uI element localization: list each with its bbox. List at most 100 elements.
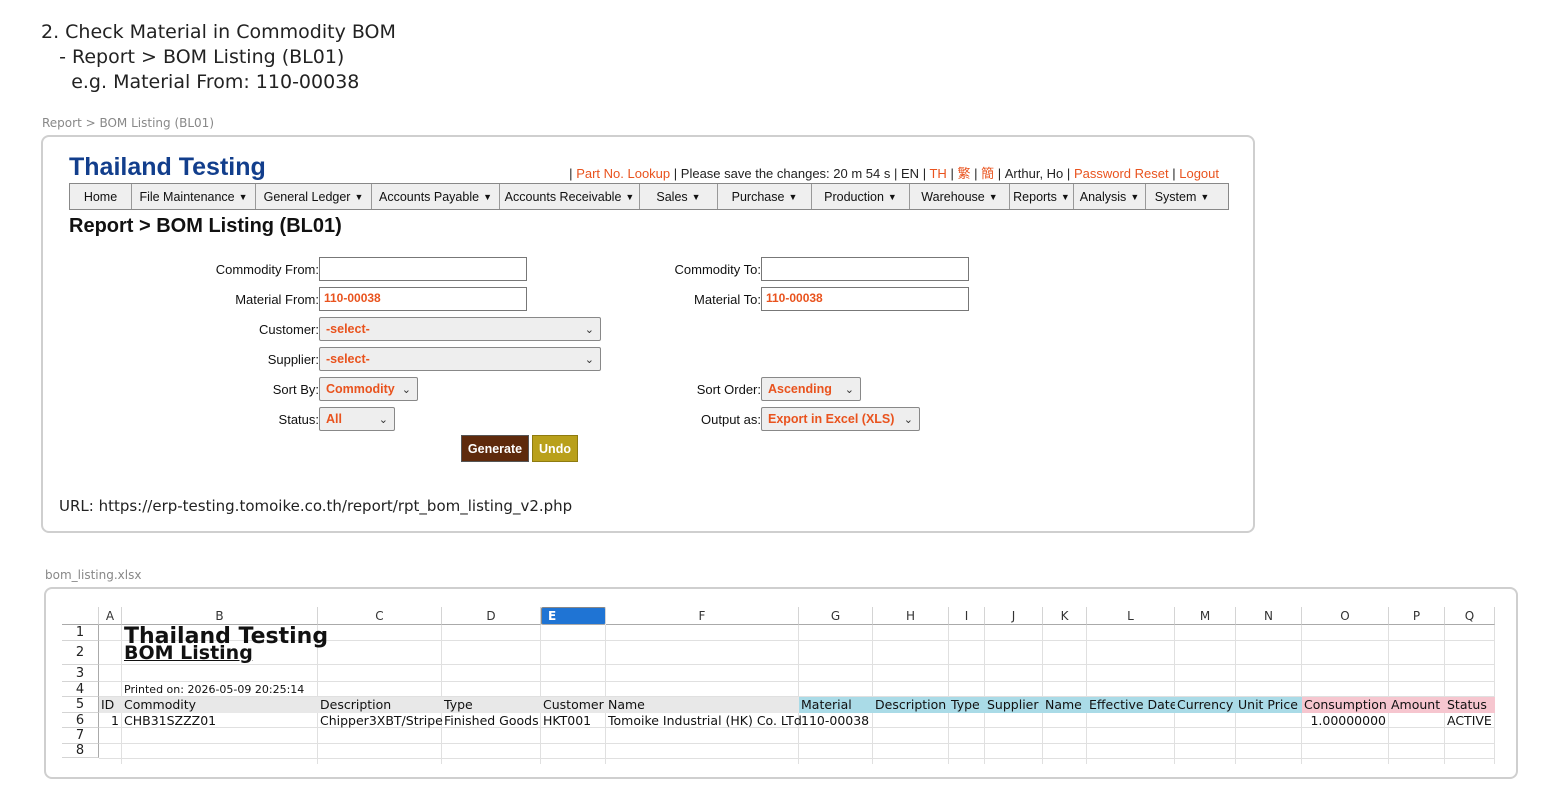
header-cell[interactable]: Supplier bbox=[985, 697, 1043, 713]
header-cell[interactable]: Type bbox=[442, 697, 541, 713]
row-header-8[interactable]: 8 bbox=[62, 744, 99, 758]
column-header-q[interactable]: Q bbox=[1445, 607, 1495, 625]
commodity-to-input[interactable] bbox=[761, 257, 969, 281]
header-cell[interactable]: Amount bbox=[1389, 697, 1445, 713]
row-header-5[interactable]: 5 bbox=[62, 697, 99, 713]
sheet-corner[interactable] bbox=[62, 607, 99, 625]
header-cell[interactable]: Name bbox=[1043, 697, 1087, 713]
header-cell[interactable]: Description bbox=[318, 697, 442, 713]
header-cell[interactable]: Customer bbox=[541, 697, 606, 713]
column-header-n[interactable]: N bbox=[1236, 607, 1302, 625]
header-cell[interactable]: ID bbox=[99, 697, 122, 713]
status-select[interactable]: All ⌄ bbox=[319, 407, 395, 431]
material-from-input[interactable]: 110-00038 bbox=[319, 287, 527, 311]
column-header-p[interactable]: P bbox=[1389, 607, 1445, 625]
column-header-b[interactable]: B bbox=[122, 607, 318, 625]
header-cell[interactable]: Description bbox=[873, 697, 949, 713]
data-cell[interactable] bbox=[1389, 713, 1391, 728]
data-cell[interactable]: HKT001 bbox=[541, 713, 591, 728]
menu-system[interactable]: System ▼ bbox=[1146, 184, 1218, 209]
data-cell[interactable]: 110-00038 bbox=[799, 713, 869, 728]
supplier-select[interactable]: -select- ⌄ bbox=[319, 347, 601, 371]
logout-link[interactable]: Logout bbox=[1179, 166, 1219, 181]
data-cell[interactable]: 1 bbox=[99, 713, 119, 728]
row-header-3[interactable]: 3 bbox=[62, 665, 99, 682]
lang-th-link[interactable]: TH bbox=[929, 166, 946, 181]
data-cell[interactable]: Finished Goods bbox=[442, 713, 539, 728]
column-header-d[interactable]: D bbox=[442, 607, 541, 625]
menu-reports[interactable]: Reports ▼ bbox=[1010, 184, 1074, 209]
header-cell[interactable]: Currency bbox=[1175, 697, 1236, 713]
menu-label: System bbox=[1154, 189, 1197, 204]
column-header-f[interactable]: F bbox=[606, 607, 799, 625]
column-header-c[interactable]: C bbox=[318, 607, 442, 625]
column-header-m[interactable]: M bbox=[1175, 607, 1236, 625]
commodity-to-label: Commodity To: bbox=[674, 262, 761, 277]
output-select[interactable]: Export in Excel (XLS) ⌄ bbox=[761, 407, 920, 431]
row-header-4[interactable]: 4 bbox=[62, 682, 99, 697]
header-cell[interactable]: Effective Date bbox=[1087, 697, 1177, 713]
column-header-g[interactable]: G bbox=[799, 607, 873, 625]
menu-sales[interactable]: Sales ▼ bbox=[640, 184, 718, 209]
column-header-e[interactable]: E bbox=[541, 607, 606, 625]
sheet-subtitle-cell[interactable]: BOM Listing bbox=[122, 641, 253, 665]
header-cell[interactable]: Material bbox=[799, 697, 873, 713]
caret-down-icon: ▼ bbox=[625, 191, 635, 202]
menu-purchase[interactable]: Purchase ▼ bbox=[718, 184, 812, 209]
data-cell[interactable]: Tomoike Industrial (HK) Co. LTd bbox=[606, 713, 802, 728]
menu-home[interactable]: Home bbox=[70, 184, 132, 209]
row-header-6[interactable]: 6 bbox=[62, 713, 99, 728]
header-cell[interactable]: Commodity bbox=[122, 697, 318, 713]
data-cell[interactable] bbox=[985, 713, 987, 728]
header-cell[interactable]: Consumption bbox=[1302, 697, 1389, 713]
column-header-a[interactable]: A bbox=[99, 607, 122, 625]
data-cell[interactable] bbox=[1175, 713, 1177, 728]
column-header-l[interactable]: L bbox=[1087, 607, 1175, 625]
lang-tc-link[interactable]: 繁 bbox=[957, 166, 970, 181]
undo-button[interactable]: Undo bbox=[532, 435, 578, 462]
row-header-1[interactable]: 1 bbox=[62, 625, 99, 641]
data-cell[interactable]: 1.00000000 bbox=[1302, 713, 1386, 728]
row-header-7[interactable]: 7 bbox=[62, 728, 99, 744]
data-cell[interactable] bbox=[1236, 713, 1238, 728]
column-header-o[interactable]: O bbox=[1302, 607, 1389, 625]
row-header-2[interactable]: 2 bbox=[62, 641, 99, 665]
menu-general-ledger[interactable]: General Ledger ▼ bbox=[256, 184, 372, 209]
data-cell[interactable]: CHB31SZZZ01 bbox=[122, 713, 216, 728]
menu-label: Sales bbox=[656, 189, 688, 204]
printed-on-cell[interactable]: Printed on: 2026-05-09 20:25:14 bbox=[122, 682, 304, 697]
lang-en[interactable]: EN bbox=[901, 166, 919, 181]
sheet-title-cell[interactable]: Thailand Testing bbox=[122, 625, 328, 649]
column-header-i[interactable]: I bbox=[949, 607, 985, 625]
commodity-from-input[interactable] bbox=[319, 257, 527, 281]
column-header-h[interactable]: H bbox=[873, 607, 949, 625]
customer-select[interactable]: -select- ⌄ bbox=[319, 317, 601, 341]
data-cell[interactable] bbox=[949, 713, 951, 728]
header-cell[interactable]: Status bbox=[1445, 697, 1495, 713]
caret-down-icon: ▼ bbox=[354, 191, 364, 202]
menu-analysis[interactable]: Analysis ▼ bbox=[1074, 184, 1146, 209]
menu-file-maintenance[interactable]: File Maintenance ▼ bbox=[132, 184, 256, 209]
data-cell[interactable] bbox=[1087, 713, 1089, 728]
menu-accounts-payable[interactable]: Accounts Payable ▼ bbox=[372, 184, 500, 209]
material-to-input[interactable]: 110-00038 bbox=[761, 287, 969, 311]
header-cell[interactable]: Name bbox=[606, 697, 799, 713]
sort-by-select[interactable]: Commodity ⌄ bbox=[319, 377, 418, 401]
sort-order-select[interactable]: Ascending ⌄ bbox=[761, 377, 861, 401]
data-cell[interactable] bbox=[1043, 713, 1045, 728]
grid-line bbox=[99, 758, 1495, 759]
data-cell[interactable] bbox=[873, 713, 875, 728]
menu-warehouse[interactable]: Warehouse ▼ bbox=[910, 184, 1010, 209]
menu-production[interactable]: Production ▼ bbox=[812, 184, 910, 209]
header-cell[interactable]: Type bbox=[949, 697, 985, 713]
data-cell[interactable]: ACTIVE bbox=[1445, 713, 1492, 728]
data-cell[interactable]: Chipper3XBT/Stripe bbox=[318, 713, 443, 728]
column-header-j[interactable]: J bbox=[985, 607, 1043, 625]
header-cell[interactable]: Unit Price bbox=[1236, 697, 1302, 713]
menu-accounts-receivable[interactable]: Accounts Receivable ▼ bbox=[500, 184, 640, 209]
generate-button[interactable]: Generate bbox=[461, 435, 529, 462]
part-lookup-link[interactable]: Part No. Lookup bbox=[576, 166, 670, 181]
password-reset-link[interactable]: Password Reset bbox=[1074, 166, 1169, 181]
column-header-k[interactable]: K bbox=[1043, 607, 1087, 625]
lang-sc-link[interactable]: 簡 bbox=[981, 166, 994, 181]
